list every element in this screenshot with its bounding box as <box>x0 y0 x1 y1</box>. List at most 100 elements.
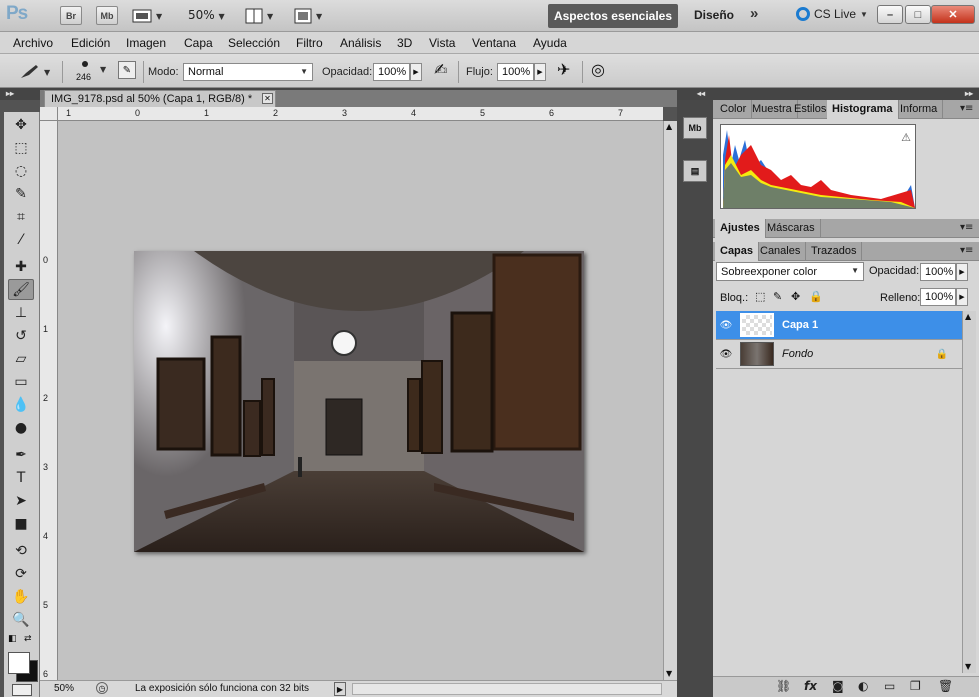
3d-orbit-tool[interactable]: ⟳ <box>8 563 34 584</box>
marquee-tool[interactable]: ⬚ <box>8 137 34 158</box>
menu-archivo[interactable]: Archivo <box>13 36 53 50</box>
move-tool[interactable]: ✥ <box>8 114 34 135</box>
eye-icon[interactable]: 👁 <box>716 320 736 331</box>
zoom-dropdown[interactable]: 50% ▼ <box>188 8 225 22</box>
menu-capa[interactable]: Capa <box>184 36 213 50</box>
horizontal-ruler[interactable]: 1 0 1 2 3 4 5 6 7 <box>58 107 663 121</box>
horizontal-scrollbar[interactable] <box>352 683 662 695</box>
pen-tool[interactable]: ✒ <box>8 444 34 465</box>
lock-image-icon[interactable]: ✎ <box>773 290 782 303</box>
gradient-tool[interactable]: ▭ <box>8 371 34 392</box>
path-selection-tool[interactable]: ➤ <box>8 490 34 511</box>
close-window-button[interactable]: ✕ <box>931 5 975 24</box>
link-layers-icon[interactable]: ⛓ <box>776 679 791 693</box>
blend-mode-select[interactable]: Sobreexponer color ▼ <box>716 262 864 281</box>
tab-paths[interactable]: Trazados <box>806 242 863 261</box>
flow-stepper[interactable]: ▶ <box>534 63 546 81</box>
panel-menu-icon[interactable]: ▾≡ <box>960 103 973 114</box>
foreground-color-swatch[interactable] <box>8 652 30 674</box>
warning-icon[interactable]: ⚠ <box>901 131 911 144</box>
tab-masks[interactable]: Máscaras <box>762 219 821 238</box>
scroll-down-icon[interactable]: ▼ <box>965 662 971 671</box>
tab-channels[interactable]: Canales <box>755 242 807 261</box>
menu-ayuda[interactable]: Ayuda <box>533 36 567 50</box>
new-group-icon[interactable]: ▭ <box>884 679 895 693</box>
cs-live-dropdown[interactable]: CS Live ▼ <box>796 7 868 21</box>
eraser-tool[interactable]: ▱ <box>8 348 34 369</box>
eye-icon[interactable]: 👁 <box>716 349 736 360</box>
status-options-icon[interactable]: ◷ <box>96 682 108 694</box>
zoom-tool[interactable]: 🔍 <box>8 609 34 630</box>
tab-layers[interactable]: Capas <box>715 242 760 261</box>
view-extras-dropdown[interactable]: ▼ <box>132 7 166 25</box>
collapse-dock-icon[interactable]: ◂◂ <box>697 89 705 98</box>
history-panel-icon[interactable]: ▤ <box>683 160 707 182</box>
3d-rotate-tool[interactable]: ⟲ <box>8 540 34 561</box>
scroll-up-icon[interactable]: ▲ <box>666 122 672 131</box>
mini-bridge-panel-icon[interactable]: Mb <box>683 117 707 139</box>
document-image[interactable] <box>134 251 584 552</box>
layers-scrollbar[interactable]: ▲ ▼ <box>962 311 976 673</box>
tablet-pressure-size-icon[interactable]: ◎ <box>591 60 605 79</box>
crop-tool[interactable]: ⌗ <box>8 206 34 227</box>
layer-opacity-stepper[interactable]: ▶ <box>956 263 968 281</box>
eyedropper-tool[interactable]: ⁄ <box>8 229 34 250</box>
scroll-down-icon[interactable]: ▼ <box>666 669 672 678</box>
menu-ventana[interactable]: Ventana <box>472 36 516 50</box>
swap-colors-icon[interactable]: ⇄ <box>24 634 32 644</box>
arrange-documents-dropdown[interactable]: ▼ <box>245 7 279 25</box>
tab-adjustments[interactable]: Ajustes <box>715 219 766 238</box>
collapse-panels-icon[interactable]: ▸▸ <box>965 89 973 98</box>
delete-layer-icon[interactable]: 🗑 <box>938 679 953 693</box>
add-mask-icon[interactable]: ◙ <box>832 679 844 693</box>
brush-tool[interactable]: 🖌 <box>8 279 34 300</box>
workspace-more-button[interactable]: » <box>750 5 758 22</box>
ruler-origin[interactable] <box>40 107 58 121</box>
tab-info[interactable]: Informa <box>895 100 944 119</box>
tablet-pressure-opacity-icon[interactable]: ✍ <box>434 60 447 79</box>
panel-menu-icon[interactable]: ▾≡ <box>960 222 973 233</box>
panel-menu-icon[interactable]: ▾≡ <box>960 245 973 256</box>
layer-style-icon[interactable]: fx <box>804 679 817 693</box>
blur-tool[interactable]: 💧 <box>8 394 34 415</box>
layer-row-fondo[interactable]: 👁 Fondo 🔒 <box>716 340 962 369</box>
vertical-scrollbar[interactable]: ▲ ▼ <box>663 121 677 681</box>
healing-brush-tool[interactable]: ✚ <box>8 256 34 277</box>
menu-vista[interactable]: Vista <box>429 36 455 50</box>
status-zoom[interactable]: 50% <box>54 683 74 694</box>
lock-position-icon[interactable]: ✥ <box>791 290 800 303</box>
workspace-design-button[interactable]: Diseño <box>694 8 734 22</box>
close-document-icon[interactable]: ✕ <box>262 93 273 104</box>
type-tool[interactable]: T <box>8 467 34 488</box>
minimize-button[interactable]: – <box>877 5 903 24</box>
fill-input[interactable]: 100% <box>920 288 956 306</box>
menu-3d[interactable]: 3D <box>397 36 412 50</box>
default-colors-icon[interactable]: ◧ <box>8 634 17 644</box>
opacity-stepper[interactable]: ▶ <box>410 63 422 81</box>
menu-imagen[interactable]: Imagen <box>126 36 166 50</box>
lock-all-icon[interactable]: 🔒 <box>809 290 823 303</box>
airbrush-icon[interactable]: ✈ <box>557 60 570 79</box>
brush-panel-toggle[interactable]: ✎ <box>118 61 136 79</box>
mini-bridge-button[interactable]: Mb <box>96 6 118 25</box>
shape-tool[interactable]: ■ <box>8 513 34 534</box>
menu-analisis[interactable]: Análisis <box>340 36 381 50</box>
menu-filtro[interactable]: Filtro <box>296 36 323 50</box>
expand-tools-icon[interactable]: ▸▸ <box>6 89 14 98</box>
tab-styles[interactable]: Estilos <box>789 100 833 119</box>
layer-opacity-input[interactable]: 100% <box>920 263 956 281</box>
quick-mask-button[interactable] <box>12 684 32 696</box>
dodge-tool[interactable]: ● <box>8 417 34 438</box>
mode-select[interactable]: Normal ▼ <box>183 63 313 81</box>
lock-transparent-icon[interactable]: ⬚ <box>755 290 765 303</box>
tool-preset-picker[interactable]: ▼ <box>18 62 54 82</box>
fill-stepper[interactable]: ▶ <box>956 288 968 306</box>
status-menu-arrow-icon[interactable]: ▶ <box>334 682 346 696</box>
menu-seleccion[interactable]: Selección <box>228 36 280 50</box>
document-tab[interactable]: IMG_9178.psd al 50% (Capa 1, RGB/8) * <box>44 90 276 107</box>
lasso-tool[interactable]: ◌ <box>8 160 34 181</box>
hand-tool[interactable]: ✋ <box>8 586 34 607</box>
vertical-ruler[interactable]: 0 1 2 3 4 5 6 <box>40 121 58 681</box>
clone-stamp-tool[interactable]: ⊥ <box>8 302 34 323</box>
screen-mode-dropdown[interactable]: ▼ <box>294 7 328 25</box>
